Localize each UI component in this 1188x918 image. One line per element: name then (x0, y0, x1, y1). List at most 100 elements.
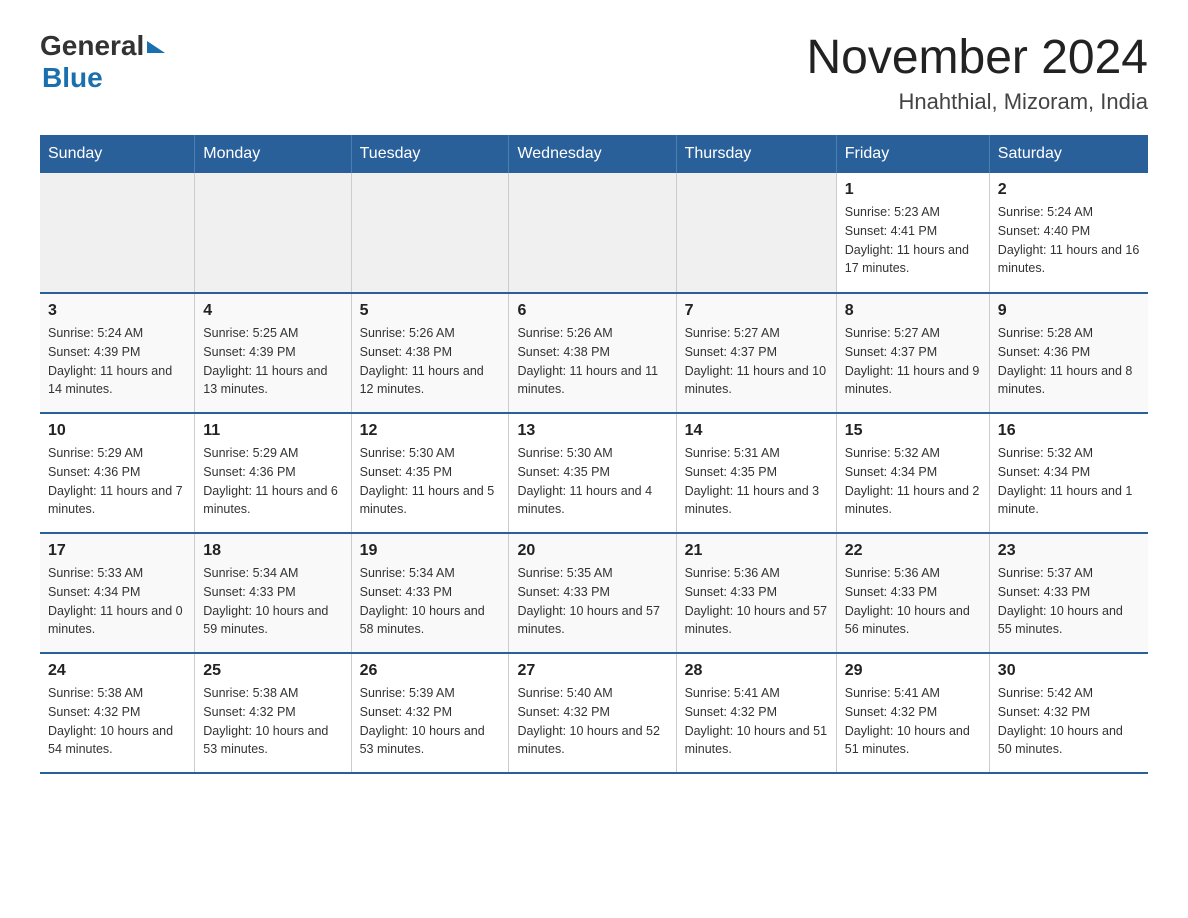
calendar-cell: 8Sunrise: 5:27 AMSunset: 4:37 PMDaylight… (836, 293, 989, 413)
day-number: 17 (48, 542, 186, 560)
calendar-cell: 1 Sunrise: 5:23 AMSunset: 4:41 PMDaylight… (836, 173, 989, 293)
day-number: 4 (203, 302, 342, 320)
calendar-subtitle: Hnahthial, Mizoram, India (806, 89, 1148, 115)
calendar-cell: 25 Sunrise: 5:38 AMSunset: 4:32 PMDayligh… (195, 653, 351, 773)
day-info: Sunrise: 5:24 AMSunset: 4:39 PMDaylight:… (48, 324, 186, 399)
day-number: 16 (998, 422, 1140, 440)
day-info: Sunrise: 5:29 AMSunset: 4:36 PMDaylight:… (203, 444, 342, 519)
calendar-cell: 22Sunrise: 5:36 AMSunset: 4:33 PMDayligh… (836, 533, 989, 653)
day-number: 29 (845, 662, 981, 680)
calendar-week-4: 17 Sunrise: 5:33 AMSunset: 4:34 PMDayligh… (40, 533, 1148, 653)
day-info: Sunrise: 5:39 AMSunset: 4:32 PMDaylight:… (360, 684, 501, 759)
day-number: 20 (517, 542, 667, 560)
day-number: 30 (998, 662, 1140, 680)
day-info: Sunrise: 5:37 AMSunset: 4:33 PMDaylight:… (998, 564, 1140, 639)
page-header: General Blue November 2024 Hnahthial, Mi… (40, 30, 1148, 115)
day-info: Sunrise: 5:35 AMSunset: 4:33 PMDaylight:… (517, 564, 667, 639)
calendar-week-5: 24 Sunrise: 5:38 AMSunset: 4:32 PMDayligh… (40, 653, 1148, 773)
calendar-cell (195, 173, 351, 293)
calendar-header: SundayMondayTuesdayWednesdayThursdayFrid… (40, 135, 1148, 173)
day-number: 8 (845, 302, 981, 320)
calendar-cell: 19 Sunrise: 5:34 AMSunset: 4:33 PMDayligh… (351, 533, 509, 653)
calendar-cell: 17 Sunrise: 5:33 AMSunset: 4:34 PMDayligh… (40, 533, 195, 653)
day-info: Sunrise: 5:38 AMSunset: 4:32 PMDaylight:… (203, 684, 342, 759)
day-info: Sunrise: 5:42 AMSunset: 4:32 PMDaylight:… (998, 684, 1140, 759)
day-info: Sunrise: 5:32 AMSunset: 4:34 PMDaylight:… (845, 444, 981, 519)
calendar-cell: 28 Sunrise: 5:41 AMSunset: 4:32 PMDayligh… (676, 653, 836, 773)
day-number: 23 (998, 542, 1140, 560)
day-info: Sunrise: 5:41 AMSunset: 4:32 PMDaylight:… (845, 684, 981, 759)
day-info: Sunrise: 5:33 AMSunset: 4:34 PMDaylight:… (48, 564, 186, 639)
calendar-cell: 14Sunrise: 5:31 AMSunset: 4:35 PMDayligh… (676, 413, 836, 533)
calendar-cell: 30 Sunrise: 5:42 AMSunset: 4:32 PMDayligh… (989, 653, 1148, 773)
calendar-body: 1 Sunrise: 5:23 AMSunset: 4:41 PMDaylight… (40, 173, 1148, 773)
day-info: Sunrise: 5:26 AMSunset: 4:38 PMDaylight:… (517, 324, 667, 399)
calendar-cell: 2 Sunrise: 5:24 AMSunset: 4:40 PMDaylight… (989, 173, 1148, 293)
day-info: Sunrise: 5:30 AMSunset: 4:35 PMDaylight:… (360, 444, 501, 519)
calendar-week-2: 3 Sunrise: 5:24 AMSunset: 4:39 PMDaylight… (40, 293, 1148, 413)
day-number: 6 (517, 302, 667, 320)
day-number: 9 (998, 302, 1140, 320)
day-number: 15 (845, 422, 981, 440)
calendar-cell: 21 Sunrise: 5:36 AMSunset: 4:33 PMDayligh… (676, 533, 836, 653)
calendar-week-1: 1 Sunrise: 5:23 AMSunset: 4:41 PMDaylight… (40, 173, 1148, 293)
calendar-title-block: November 2024 Hnahthial, Mizoram, India (806, 30, 1148, 115)
calendar-cell: 5 Sunrise: 5:26 AMSunset: 4:38 PMDaylight… (351, 293, 509, 413)
day-number: 11 (203, 422, 342, 440)
day-number: 26 (360, 662, 501, 680)
weekday-header-thursday: Thursday (676, 135, 836, 173)
day-number: 25 (203, 662, 342, 680)
day-number: 19 (360, 542, 501, 560)
day-info: Sunrise: 5:26 AMSunset: 4:38 PMDaylight:… (360, 324, 501, 399)
calendar-cell: 13Sunrise: 5:30 AMSunset: 4:35 PMDayligh… (509, 413, 676, 533)
calendar-cell: 16Sunrise: 5:32 AMSunset: 4:34 PMDayligh… (989, 413, 1148, 533)
calendar-table: SundayMondayTuesdayWednesdayThursdayFrid… (40, 135, 1148, 774)
day-info: Sunrise: 5:36 AMSunset: 4:33 PMDaylight:… (685, 564, 828, 639)
calendar-title: November 2024 (806, 30, 1148, 85)
logo-arrow-icon (147, 41, 165, 53)
day-number: 12 (360, 422, 501, 440)
calendar-cell: 26 Sunrise: 5:39 AMSunset: 4:32 PMDayligh… (351, 653, 509, 773)
calendar-cell: 15 Sunrise: 5:32 AMSunset: 4:34 PMDayligh… (836, 413, 989, 533)
calendar-cell: 12 Sunrise: 5:30 AMSunset: 4:35 PMDayligh… (351, 413, 509, 533)
calendar-cell: 11 Sunrise: 5:29 AMSunset: 4:36 PMDayligh… (195, 413, 351, 533)
day-info: Sunrise: 5:40 AMSunset: 4:32 PMDaylight:… (517, 684, 667, 759)
calendar-cell (509, 173, 676, 293)
day-number: 27 (517, 662, 667, 680)
day-info: Sunrise: 5:25 AMSunset: 4:39 PMDaylight:… (203, 324, 342, 399)
day-number: 5 (360, 302, 501, 320)
calendar-cell: 7Sunrise: 5:27 AMSunset: 4:37 PMDaylight… (676, 293, 836, 413)
day-info: Sunrise: 5:24 AMSunset: 4:40 PMDaylight:… (998, 203, 1140, 278)
day-number: 28 (685, 662, 828, 680)
day-info: Sunrise: 5:31 AMSunset: 4:35 PMDaylight:… (685, 444, 828, 519)
day-info: Sunrise: 5:29 AMSunset: 4:36 PMDaylight:… (48, 444, 186, 519)
day-info: Sunrise: 5:23 AMSunset: 4:41 PMDaylight:… (845, 203, 981, 278)
calendar-cell (351, 173, 509, 293)
day-info: Sunrise: 5:28 AMSunset: 4:36 PMDaylight:… (998, 324, 1140, 399)
day-number: 2 (998, 181, 1140, 199)
calendar-week-3: 10 Sunrise: 5:29 AMSunset: 4:36 PMDayligh… (40, 413, 1148, 533)
logo-blue-text: Blue (42, 62, 165, 94)
weekday-header-saturday: Saturday (989, 135, 1148, 173)
day-number: 21 (685, 542, 828, 560)
day-number: 1 (845, 181, 981, 199)
day-number: 3 (48, 302, 186, 320)
day-number: 18 (203, 542, 342, 560)
weekday-header-friday: Friday (836, 135, 989, 173)
calendar-cell: 10 Sunrise: 5:29 AMSunset: 4:36 PMDayligh… (40, 413, 195, 533)
calendar-cell (40, 173, 195, 293)
day-info: Sunrise: 5:38 AMSunset: 4:32 PMDaylight:… (48, 684, 186, 759)
calendar-cell: 3 Sunrise: 5:24 AMSunset: 4:39 PMDaylight… (40, 293, 195, 413)
day-info: Sunrise: 5:27 AMSunset: 4:37 PMDaylight:… (685, 324, 828, 399)
day-number: 24 (48, 662, 186, 680)
day-info: Sunrise: 5:30 AMSunset: 4:35 PMDaylight:… (517, 444, 667, 519)
calendar-cell: 9 Sunrise: 5:28 AMSunset: 4:36 PMDaylight… (989, 293, 1148, 413)
day-info: Sunrise: 5:41 AMSunset: 4:32 PMDaylight:… (685, 684, 828, 759)
calendar-cell: 6 Sunrise: 5:26 AMSunset: 4:38 PMDaylight… (509, 293, 676, 413)
calendar-cell: 23 Sunrise: 5:37 AMSunset: 4:33 PMDayligh… (989, 533, 1148, 653)
day-info: Sunrise: 5:34 AMSunset: 4:33 PMDaylight:… (360, 564, 501, 639)
day-number: 10 (48, 422, 186, 440)
weekday-header-row: SundayMondayTuesdayWednesdayThursdayFrid… (40, 135, 1148, 173)
day-info: Sunrise: 5:36 AMSunset: 4:33 PMDaylight:… (845, 564, 981, 639)
weekday-header-tuesday: Tuesday (351, 135, 509, 173)
